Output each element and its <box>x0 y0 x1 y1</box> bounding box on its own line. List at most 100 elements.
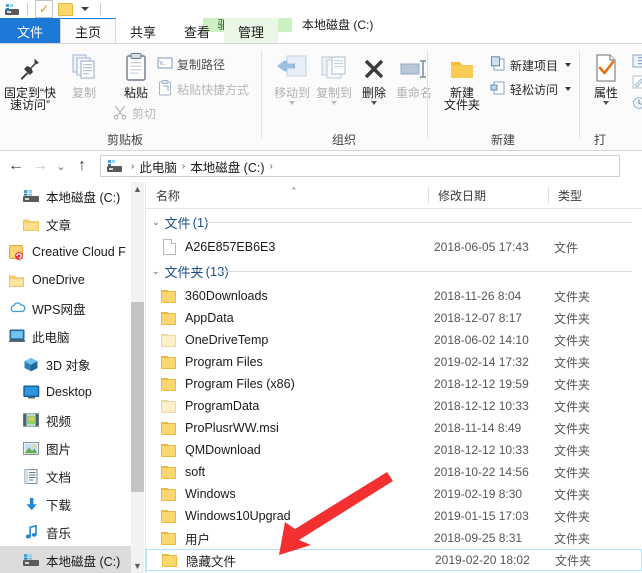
group-name: 文件 <box>164 216 191 231</box>
file-name-label: Windows10Upgrad <box>185 509 291 523</box>
scroll-up-arrow[interactable]: ▲ <box>131 182 144 196</box>
group-rule <box>206 222 632 223</box>
properties-dropdown-arrow[interactable] <box>603 101 609 105</box>
organize-group-label: 组织 <box>331 133 356 147</box>
pin-to-quick-access-button[interactable]: 固定到“快 速访问” <box>2 50 58 112</box>
group-header-1[interactable]: ⌄ 文件夹 (13) <box>146 258 642 285</box>
cell-modified-date: 2018-11-26 8:04 <box>434 289 522 303</box>
breadcrumb-sep-0[interactable]: › <box>131 161 134 172</box>
tab-manage[interactable]: 管理 <box>224 18 279 44</box>
recent-locations-button[interactable]: ⌄ <box>52 151 70 181</box>
paste-shortcut-button[interactable]: 粘贴快捷方式 <box>157 80 249 99</box>
move-to-dropdown-arrow[interactable] <box>289 101 295 105</box>
paste-button[interactable]: 粘贴 <box>108 50 164 100</box>
sidebar-item-7[interactable]: Desktop <box>0 378 140 406</box>
new-item-button[interactable]: 新建项目 <box>490 56 572 74</box>
up-button[interactable]: ↑ <box>70 151 94 181</box>
scroll-down-arrow[interactable]: ▼ <box>131 559 144 573</box>
cut-button[interactable]: 剪切 <box>112 104 156 123</box>
table-row[interactable]: Program Files (x86) 2018-12-12 19:59 文件夹 <box>146 373 642 395</box>
creative-cloud-icon <box>8 244 26 260</box>
delete-dropdown-arrow[interactable] <box>371 101 377 105</box>
breadcrumb[interactable]: › 此电脑 › 本地磁盘 (C:) › <box>100 155 620 177</box>
sidebar-item-6[interactable]: 3D 对象 <box>0 350 140 378</box>
table-row[interactable]: AppData 2018-12-07 8:17 文件夹 <box>146 307 642 329</box>
file-explorer-window: ✓ 驱动器工具 本地磁盘 (C:) 文件 主页 共享 查看 管理 <box>0 0 642 573</box>
music-icon <box>22 524 40 540</box>
sidebar-item-2[interactable]: Creative Cloud F <box>0 238 140 266</box>
ribbon: 固定到“快 速访问” 复制 粘贴 \\.. 复制路径 粘贴快捷方式 剪切 剪贴板… <box>0 44 642 151</box>
tab-share[interactable]: 共享 <box>116 18 170 44</box>
svg-text:\\..: \\.. <box>160 61 167 67</box>
breadcrumb-sep-1[interactable]: › <box>182 161 185 172</box>
back-button[interactable]: ← <box>4 151 28 181</box>
folder-icon <box>160 355 178 370</box>
sidebar-item-10[interactable]: 文档 <box>0 462 140 490</box>
drive-icon[interactable] <box>4 1 20 17</box>
column-header-type[interactable]: 类型 <box>548 182 642 208</box>
sidebar-scrollbar[interactable]: ▲ ▼ <box>131 182 144 573</box>
tab-home[interactable]: 主页 <box>60 18 117 44</box>
chevron-down-icon[interactable]: ⌄ <box>152 217 160 228</box>
drive-icon <box>22 552 40 568</box>
easy-access-dropdown-arrow[interactable] <box>565 87 572 91</box>
open-with-icon[interactable] <box>632 54 642 71</box>
table-row[interactable]: 360Downloads 2018-11-26 8:04 文件夹 <box>146 285 642 307</box>
properties-button[interactable]: 属性 <box>582 50 630 105</box>
breadcrumb-item-0[interactable]: 此电脑 <box>139 157 177 176</box>
column-header-date[interactable]: 修改日期 <box>428 182 548 208</box>
folder-icon <box>160 289 178 304</box>
column-headers: 名称 ⌃ 修改日期 类型 <box>146 182 642 209</box>
sidebar-item-1[interactable]: 文章 <box>0 210 140 238</box>
column-header-name[interactable]: 名称 <box>146 182 428 208</box>
sidebar-item-8[interactable]: 视频 <box>0 406 140 434</box>
check-icon[interactable]: ✓ <box>35 0 53 18</box>
table-row[interactable]: Windows10Upgrad 2019-01-15 17:03 文件夹 <box>146 505 642 527</box>
table-row[interactable]: OneDriveTemp 2018-06-02 14:10 文件夹 <box>146 329 642 351</box>
table-row[interactable]: 隐藏文件 2019-02-20 18:02 文件夹 <box>146 549 642 571</box>
chevron-down-icon[interactable] <box>77 1 93 17</box>
edit-icon[interactable] <box>632 75 642 92</box>
paste-shortcut-icon <box>157 80 173 99</box>
table-row[interactable]: Windows 2019-02-19 8:30 文件夹 <box>146 483 642 505</box>
paste-label: 粘贴 <box>123 86 148 100</box>
sidebar-item-11[interactable]: 下载 <box>0 490 140 518</box>
copy-to-dropdown-arrow[interactable] <box>331 101 337 105</box>
videos-icon <box>22 412 40 428</box>
sidebar-item-4[interactable]: WPS网盘 <box>0 294 140 322</box>
sidebar-item-13[interactable]: 本地磁盘 (C:) <box>0 546 140 573</box>
forward-button[interactable]: → <box>28 151 52 181</box>
file-name-label: ProgramData <box>185 399 260 413</box>
cell-type: 文件夹 <box>554 487 591 502</box>
new-folder-button[interactable]: 新建 文件夹 <box>434 50 490 112</box>
file-name-label: OneDriveTemp <box>185 333 269 347</box>
folder-icon[interactable] <box>57 1 73 17</box>
breadcrumb-item-1[interactable]: 本地磁盘 (C:) <box>190 157 264 176</box>
table-row[interactable]: 用户 2018-09-25 8:31 文件夹 <box>146 527 642 549</box>
group-header-0[interactable]: ⌄ 文件 (1) <box>146 209 642 236</box>
easy-access-button[interactable]: 轻松访问 <box>490 80 572 98</box>
sidebar-item-5[interactable]: 此电脑 <box>0 322 140 350</box>
table-row[interactable]: ProPlusrWW.msi 2018-11-14 8:49 文件夹 <box>146 417 642 439</box>
table-row[interactable]: A26E857EB6E3 2018-06-05 17:43 文件 <box>146 236 642 258</box>
table-row[interactable]: Program Files 2019-02-14 17:32 文件夹 <box>146 351 642 373</box>
tab-file[interactable]: 文件 <box>0 18 60 44</box>
new-item-dropdown-arrow[interactable] <box>565 63 572 67</box>
cell-type: 文件夹 <box>554 443 591 458</box>
copy-path-button[interactable]: \\.. 复制路径 <box>157 56 225 73</box>
history-icon[interactable] <box>632 96 642 113</box>
sidebar-item-12[interactable]: 音乐 <box>0 518 140 546</box>
table-row[interactable]: QMDownload 2018-12-12 10:33 文件夹 <box>146 439 642 461</box>
sidebar-item-0[interactable]: 本地磁盘 (C:) <box>0 182 140 210</box>
3d-objects-icon <box>22 356 40 372</box>
scrollbar-thumb[interactable] <box>131 302 144 492</box>
chevron-down-icon[interactable]: ⌄ <box>152 266 160 277</box>
sidebar-item-9[interactable]: 图片 <box>0 434 140 462</box>
copy-button[interactable]: 复制 <box>56 50 112 100</box>
table-row[interactable]: ProgramData 2018-12-12 10:33 文件夹 <box>146 395 642 417</box>
table-row[interactable]: soft 2018-10-22 14:56 文件夹 <box>146 461 642 483</box>
tab-view[interactable]: 查看 <box>170 18 224 44</box>
cut-label: 剪切 <box>132 107 157 121</box>
breadcrumb-sep-2[interactable]: › <box>270 161 273 172</box>
sidebar-item-3[interactable]: OneDrive <box>0 266 140 294</box>
